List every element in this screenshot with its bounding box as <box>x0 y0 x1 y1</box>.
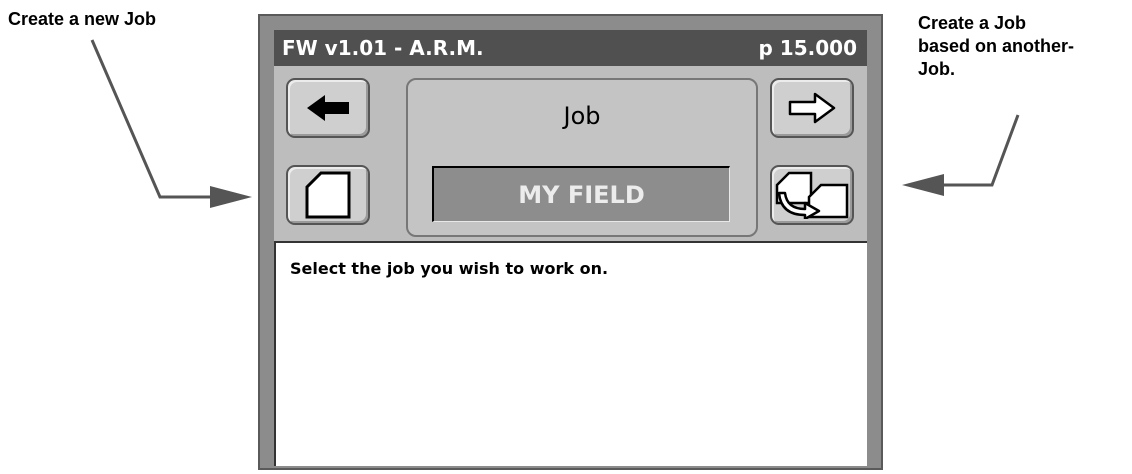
job-name-field[interactable]: MY FIELD <box>432 166 730 222</box>
left-arrowhead <box>210 186 252 208</box>
message-area: Select the job you wish to work on. <box>274 241 867 466</box>
device-screen: FW v1.01 - A.R.M. p 15.000 Job MY FIELD <box>258 14 883 470</box>
title-bar: FW v1.01 - A.R.M. p 15.000 <box>274 30 867 66</box>
previous-button[interactable] <box>286 78 370 138</box>
new-job-button[interactable] <box>286 165 370 225</box>
copy-job-icon <box>775 171 849 219</box>
right-arrow-icon <box>788 92 836 124</box>
page-indicator: p 15.000 <box>758 36 857 60</box>
right-annotation-arrow <box>942 114 1020 187</box>
job-selector: Job MY FIELD <box>406 78 758 237</box>
copy-job-button[interactable] <box>770 165 854 225</box>
job-panel: Job MY FIELD <box>274 66 867 241</box>
right-arrowhead <box>902 174 944 196</box>
left-annotation-arrow <box>90 39 212 199</box>
firmware-version: FW v1.01 - A.R.M. <box>282 36 484 60</box>
job-label: Job <box>563 102 601 130</box>
next-button[interactable] <box>770 78 854 138</box>
new-page-icon <box>305 171 351 219</box>
instruction-text: Select the job you wish to work on. <box>290 259 609 278</box>
left-arrow-icon <box>307 95 349 121</box>
